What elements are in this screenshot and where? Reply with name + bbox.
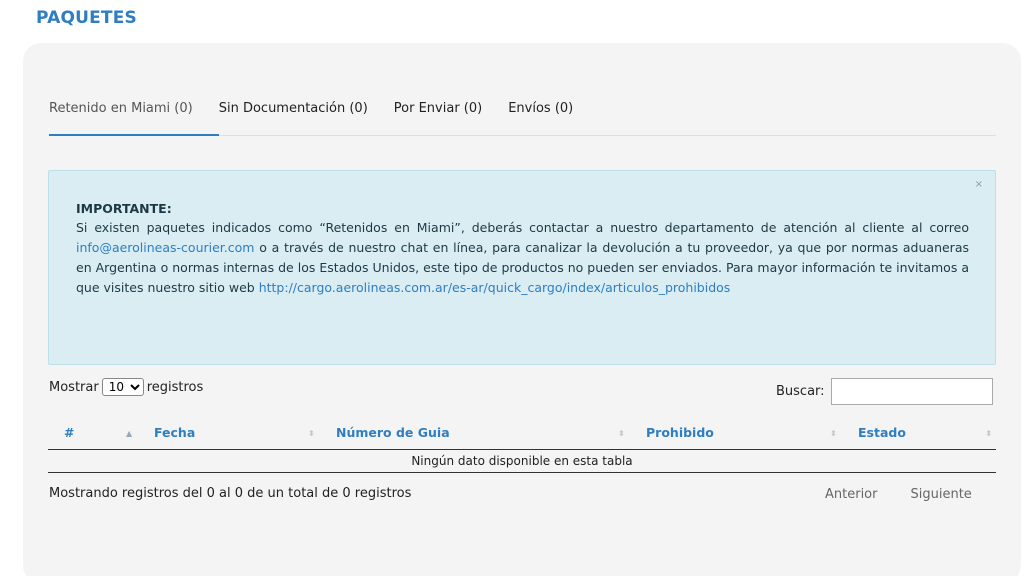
alert-title: IMPORTANTE: (76, 201, 172, 216)
close-icon[interactable]: × (975, 179, 983, 190)
pagination: Anterior Siguiente (825, 487, 972, 502)
table-row: Ningún dato disponible en esta tabla (48, 449, 996, 473)
tab-bar: Retenido en Miami (0) Sin Documentación … (49, 96, 996, 136)
sort-icon: ⬍ (308, 429, 315, 438)
tab-por-enviar[interactable]: Por Enviar (0) (394, 96, 482, 136)
alert-body: Si existen paquetes indicados como “Rete… (76, 218, 969, 298)
column-header-fecha[interactable]: ▲ Fecha (112, 417, 308, 450)
alert-text-1: Si existen paquetes indicados como “Rete… (76, 220, 969, 235)
next-page-button[interactable]: Siguiente (910, 487, 971, 502)
column-header-estado[interactable]: ⬍ Estado ⬍ (830, 417, 996, 450)
page-title: PAQUETES (36, 8, 137, 28)
previous-page-button[interactable]: Anterior (825, 487, 877, 502)
packages-table: # ▲ Fecha ⬍ Número de Guia ⬍ Prohibido ⬍… (48, 417, 996, 473)
info-alert: × IMPORTANTE: Si existen paquetes indica… (48, 170, 996, 365)
search-label: Buscar: (776, 384, 825, 399)
column-header-number[interactable]: # (48, 417, 112, 450)
search-box: Buscar: (776, 378, 993, 405)
length-menu: Mostrar 10 registros (49, 378, 203, 396)
sort-icon: ⬍ (830, 429, 837, 438)
search-input[interactable] (830, 378, 993, 405)
tab-envios[interactable]: Envíos (0) (508, 96, 573, 136)
sort-icon: ⬍ (985, 429, 992, 438)
table-header-row: # ▲ Fecha ⬍ Número de Guia ⬍ Prohibido ⬍… (48, 417, 996, 450)
length-prefix: Mostrar (49, 379, 99, 395)
sort-icon: ⬍ (618, 429, 625, 438)
website-link[interactable]: http://cargo.aerolineas.com.ar/es-ar/qui… (259, 280, 731, 295)
column-header-numero-de-guia[interactable]: ⬍ Número de Guia (308, 417, 618, 450)
page-size-select[interactable]: 10 (101, 378, 144, 396)
length-suffix: registros (146, 379, 204, 395)
tab-retenido-en-miami[interactable]: Retenido en Miami (0) (49, 96, 219, 136)
empty-table-message: Ningún dato disponible en esta tabla (48, 449, 996, 473)
column-header-prohibido[interactable]: ⬍ Prohibido (618, 417, 830, 450)
table-info: Mostrando registros del 0 al 0 de un tot… (49, 486, 412, 501)
sort-asc-icon: ▲ (126, 429, 133, 438)
email-link[interactable]: info@aerolineas-courier.com (76, 240, 254, 255)
tab-sin-documentacion[interactable]: Sin Documentación (0) (219, 96, 368, 136)
